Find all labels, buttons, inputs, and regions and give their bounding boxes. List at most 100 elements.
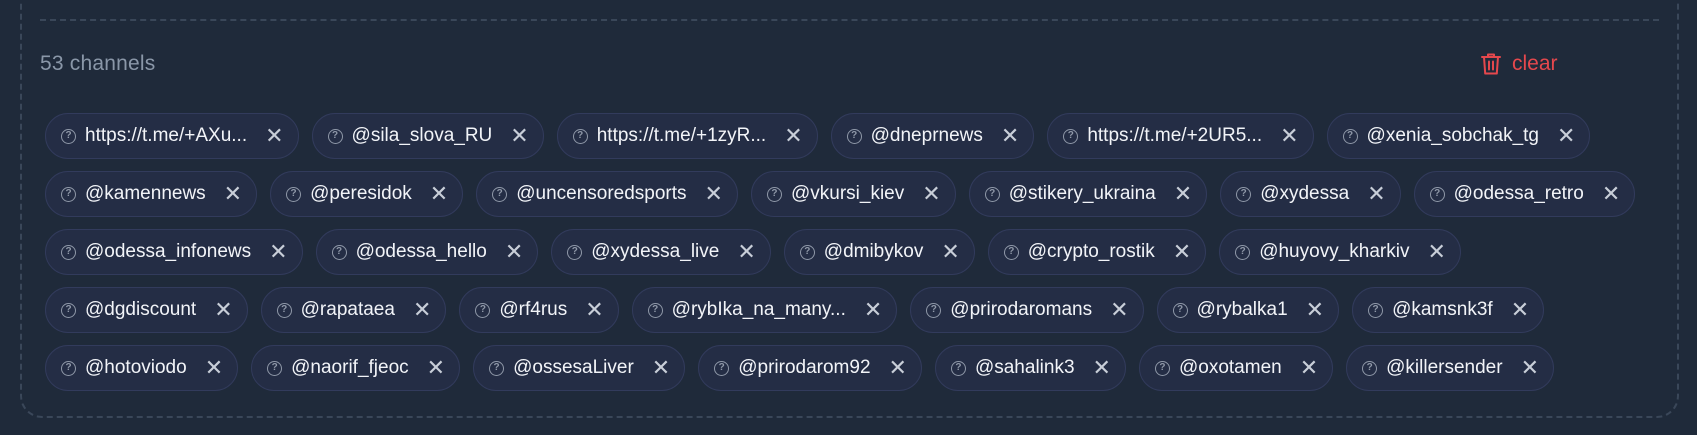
channel-chip[interactable]: ? @kamsnk3f ✕ bbox=[1352, 287, 1545, 333]
channel-chip-label: @vkursi_kiev bbox=[790, 183, 905, 204]
remove-chip-icon[interactable]: ✕ bbox=[430, 183, 448, 205]
channel-chip[interactable]: ? @kamennews ✕ bbox=[45, 171, 258, 217]
channel-chip[interactable]: ? @oxotamen ✕ bbox=[1138, 345, 1334, 391]
remove-chip-icon[interactable]: ✕ bbox=[705, 183, 723, 205]
help-circle-icon: ? bbox=[61, 360, 76, 376]
remove-chip-icon[interactable]: ✕ bbox=[1174, 183, 1192, 205]
help-circle-icon: ? bbox=[1342, 128, 1358, 144]
channel-chip[interactable]: ? @prirodaromans ✕ bbox=[910, 287, 1144, 333]
channel-chip-label: @kamsnk3f bbox=[1392, 299, 1493, 320]
channel-chip[interactable]: ? @sahalink3 ✕ bbox=[934, 345, 1126, 391]
channel-chip[interactable]: ? @rybalka1 ✕ bbox=[1156, 287, 1340, 333]
channel-chip[interactable]: ? @ossesaLiver ✕ bbox=[473, 345, 686, 391]
remove-chip-icon[interactable]: ✕ bbox=[1110, 299, 1128, 321]
remove-chip-icon[interactable]: ✕ bbox=[1173, 241, 1191, 263]
remove-chip-icon[interactable]: ✕ bbox=[269, 241, 287, 263]
remove-chip-icon[interactable]: ✕ bbox=[1557, 125, 1575, 147]
channel-chip[interactable]: ? @dneprnews ✕ bbox=[830, 113, 1035, 159]
help-circle-icon: ? bbox=[572, 128, 588, 144]
channel-count: 53 channels bbox=[40, 52, 156, 75]
channel-chip-label: @dmibykov bbox=[823, 241, 924, 262]
help-circle-icon: ? bbox=[1368, 302, 1384, 318]
channel-chip-label: @naorif_fjeoc bbox=[291, 357, 409, 378]
clear-button[interactable]: clear bbox=[1480, 52, 1558, 76]
channel-chip-label: @oxotamen bbox=[1178, 357, 1282, 378]
channel-chip[interactable]: ? @stikery_ukraina ✕ bbox=[968, 171, 1208, 217]
channel-chip-label: https://t.me/+AXu... bbox=[85, 125, 248, 146]
channel-chip[interactable]: ? @dmibykov ✕ bbox=[783, 229, 975, 275]
channel-chip-label: @rapataea bbox=[300, 299, 395, 320]
channel-chip-label: @sahalink3 bbox=[974, 357, 1075, 378]
remove-chip-icon[interactable]: ✕ bbox=[1367, 183, 1385, 205]
channel-chip[interactable]: ? https://t.me/+2UR5... ✕ bbox=[1047, 113, 1314, 159]
channel-chip-label: @killersender bbox=[1386, 357, 1503, 378]
remove-chip-icon[interactable]: ✕ bbox=[941, 241, 959, 263]
channel-chip[interactable]: ? https://t.me/+AXu... ✕ bbox=[45, 113, 299, 159]
help-circle-icon: ? bbox=[1236, 186, 1252, 202]
channel-chip-label: @peresidok bbox=[310, 183, 412, 204]
remove-chip-icon[interactable]: ✕ bbox=[784, 125, 802, 147]
channel-chip[interactable]: ? @odessa_hello ✕ bbox=[315, 229, 539, 275]
channel-chip[interactable]: ? @dgdiscount ✕ bbox=[45, 287, 248, 333]
remove-chip-icon[interactable]: ✕ bbox=[505, 241, 523, 263]
channel-chip[interactable]: ? @rybIka_na_many... ✕ bbox=[631, 287, 898, 333]
channel-chip-label: https://t.me/+1zyR... bbox=[596, 125, 767, 146]
remove-chip-icon[interactable]: ✕ bbox=[864, 299, 882, 321]
channel-chip[interactable]: ? @xydessa ✕ bbox=[1220, 171, 1401, 217]
help-circle-icon: ? bbox=[950, 360, 966, 376]
channel-chip[interactable]: ? @rapataea ✕ bbox=[260, 287, 447, 333]
channel-chip[interactable]: ? @crypto_rostik ✕ bbox=[987, 229, 1207, 275]
channel-chip-label: @prirodaromans bbox=[950, 299, 1093, 320]
help-circle-icon: ? bbox=[267, 360, 283, 376]
channel-chip[interactable]: ? @xydessa_live ✕ bbox=[551, 229, 771, 275]
channel-chip[interactable]: ? @peresidok ✕ bbox=[270, 171, 464, 217]
help-circle-icon: ? bbox=[1362, 360, 1378, 376]
remove-chip-icon[interactable]: ✕ bbox=[1602, 183, 1620, 205]
remove-chip-icon[interactable]: ✕ bbox=[214, 299, 232, 321]
remove-chip-icon[interactable]: ✕ bbox=[1306, 299, 1324, 321]
channel-chip[interactable]: ? @killersender ✕ bbox=[1346, 345, 1555, 391]
remove-chip-icon[interactable]: ✕ bbox=[1300, 357, 1318, 379]
help-circle-icon: ? bbox=[984, 186, 1000, 202]
remove-chip-icon[interactable]: ✕ bbox=[889, 357, 907, 379]
channel-chip[interactable]: ? @hotoviodo ✕ bbox=[45, 345, 239, 391]
channel-chip[interactable]: ? https://t.me/+1zyR... ✕ bbox=[556, 113, 818, 159]
channel-chip[interactable]: ? @odessa_infonews ✕ bbox=[45, 229, 303, 275]
channel-chip[interactable]: ? @naorif_fjeoc ✕ bbox=[251, 345, 461, 391]
help-circle-icon: ? bbox=[1003, 244, 1019, 260]
remove-chip-icon[interactable]: ✕ bbox=[224, 183, 242, 205]
remove-chip-icon[interactable]: ✕ bbox=[737, 241, 755, 263]
remove-chip-icon[interactable]: ✕ bbox=[1427, 241, 1445, 263]
remove-chip-icon[interactable]: ✕ bbox=[265, 125, 283, 147]
channel-chip[interactable]: ? @prirodarom92 ✕ bbox=[698, 345, 922, 391]
channel-chip-label: @uncensoredsports bbox=[516, 183, 687, 204]
remove-chip-icon[interactable]: ✕ bbox=[1280, 125, 1298, 147]
help-circle-icon: ? bbox=[926, 302, 942, 318]
help-circle-icon: ? bbox=[61, 244, 76, 260]
channel-chip[interactable]: ? @uncensoredsports ✕ bbox=[476, 171, 738, 217]
channel-chip[interactable]: ? @odessa_retro ✕ bbox=[1413, 171, 1636, 217]
help-circle-icon: ? bbox=[286, 186, 302, 202]
remove-chip-icon[interactable]: ✕ bbox=[1001, 125, 1019, 147]
channel-chip[interactable]: ? @sila_slova_RU ✕ bbox=[311, 113, 544, 159]
channel-chip-label: @xydessa bbox=[1260, 183, 1350, 204]
remove-chip-icon[interactable]: ✕ bbox=[413, 299, 431, 321]
remove-chip-icon[interactable]: ✕ bbox=[205, 357, 223, 379]
remove-chip-icon[interactable]: ✕ bbox=[1521, 357, 1539, 379]
channel-chip[interactable]: ? @rf4rus ✕ bbox=[459, 287, 619, 333]
channel-chip-label: @prirodarom92 bbox=[738, 357, 871, 378]
remove-chip-icon[interactable]: ✕ bbox=[1511, 299, 1529, 321]
remove-chip-icon[interactable]: ✕ bbox=[1093, 357, 1111, 379]
remove-chip-icon[interactable]: ✕ bbox=[427, 357, 445, 379]
channel-chip[interactable]: ? @xenia_sobchak_tg ✕ bbox=[1326, 113, 1591, 159]
remove-chip-icon[interactable]: ✕ bbox=[585, 299, 603, 321]
help-circle-icon: ? bbox=[1172, 302, 1188, 318]
channel-chip-label: @sila_slova_RU bbox=[351, 125, 493, 146]
channel-chip-list: ? https://t.me/+AXu... ✕? @sila_slova_RU ✕? h… bbox=[45, 113, 1655, 391]
remove-chip-icon[interactable]: ✕ bbox=[510, 125, 528, 147]
channel-chip[interactable]: ? @huyovy_kharkiv ✕ bbox=[1219, 229, 1461, 275]
remove-chip-icon[interactable]: ✕ bbox=[922, 183, 940, 205]
remove-chip-icon[interactable]: ✕ bbox=[652, 357, 670, 379]
channel-chip[interactable]: ? @vkursi_kiev ✕ bbox=[750, 171, 956, 217]
clear-label: clear bbox=[1512, 52, 1558, 75]
